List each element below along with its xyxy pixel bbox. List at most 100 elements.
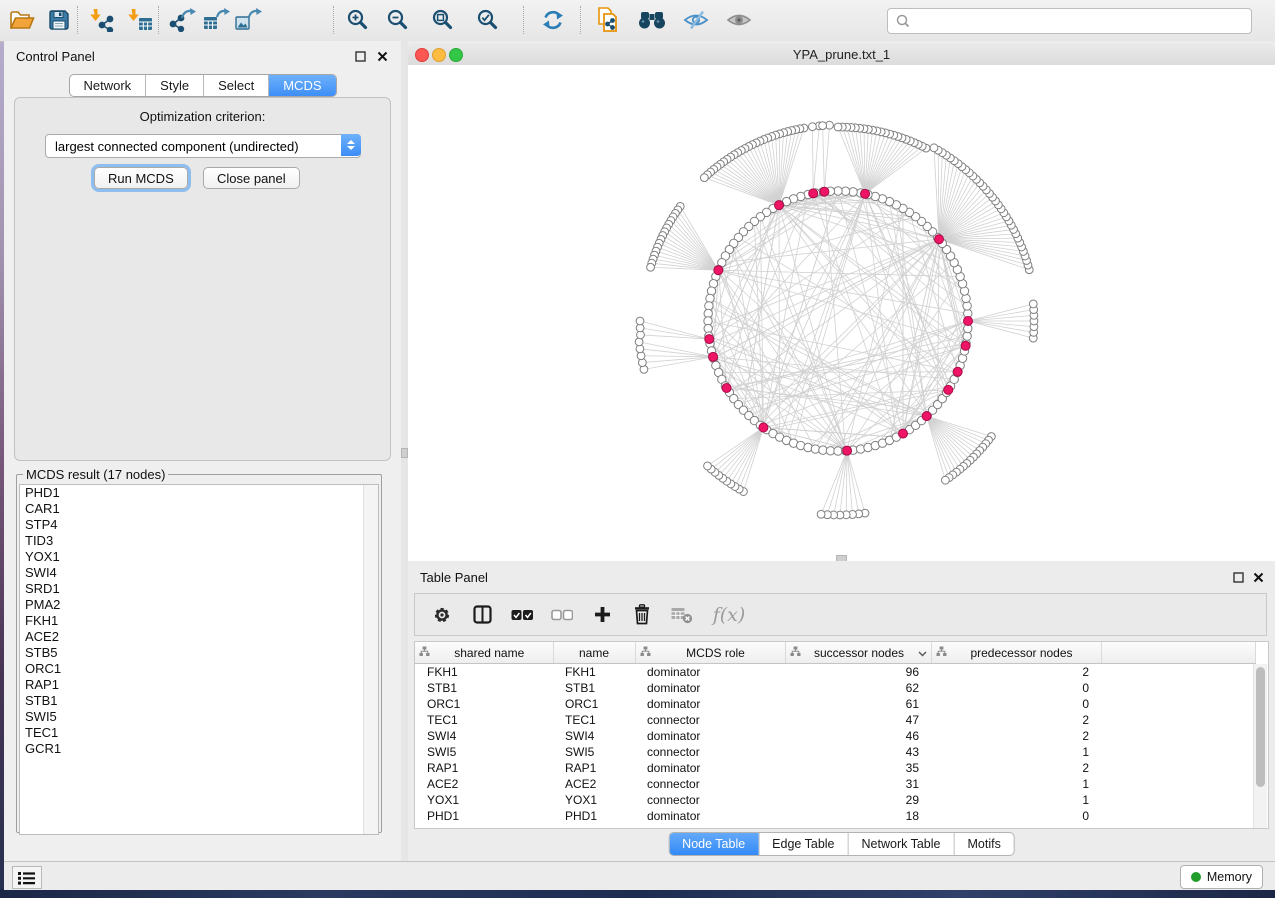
table-cell[interactable]: dominator bbox=[635, 664, 785, 681]
mcds-node-item[interactable]: YOX1 bbox=[20, 549, 378, 565]
zoom-fit-button[interactable] bbox=[427, 5, 459, 35]
close-panel-button[interactable]: Close panel bbox=[203, 167, 300, 189]
mcds-node-item[interactable]: RAP1 bbox=[20, 677, 378, 693]
close-table-panel-icon[interactable] bbox=[1252, 571, 1265, 584]
table-cell[interactable]: 35 bbox=[785, 760, 931, 776]
tab-network-table[interactable]: Network Table bbox=[848, 833, 954, 855]
show-all-button[interactable] bbox=[723, 5, 755, 35]
mcds-node-item[interactable]: TEC1 bbox=[20, 725, 378, 741]
close-window-traffic-light[interactable] bbox=[415, 48, 429, 62]
optimization-criterion-select[interactable]: largest connected component (undirected) bbox=[45, 134, 361, 158]
open-file-button[interactable] bbox=[6, 5, 38, 35]
column-header-MCDS-role[interactable]: MCDS role bbox=[635, 642, 785, 664]
table-cell[interactable]: connector bbox=[635, 776, 785, 792]
mcds-node-item[interactable]: PHD1 bbox=[20, 485, 378, 501]
table-row[interactable]: ACE2ACE2connector311 bbox=[415, 776, 1256, 792]
memory-button[interactable]: Memory bbox=[1180, 865, 1263, 889]
float-table-panel-icon[interactable] bbox=[1232, 571, 1245, 584]
mcds-node-item[interactable]: SWI5 bbox=[20, 709, 378, 725]
table-cell[interactable]: 0 bbox=[931, 680, 1101, 696]
mcds-node-item[interactable]: ORC1 bbox=[20, 661, 378, 677]
export-image-button[interactable] bbox=[233, 5, 265, 35]
task-history-button[interactable] bbox=[12, 866, 42, 889]
table-row[interactable]: SWI5SWI5connector431 bbox=[415, 744, 1256, 760]
tab-node-table[interactable]: Node Table bbox=[669, 833, 758, 855]
table-cell[interactable]: 1 bbox=[931, 744, 1101, 760]
table-scrollbar-thumb[interactable] bbox=[1256, 667, 1265, 787]
select-all-button[interactable] bbox=[509, 602, 535, 628]
mcds-node-item[interactable]: TID3 bbox=[20, 533, 378, 549]
column-header-shared-name[interactable]: shared name bbox=[415, 642, 553, 664]
table-cell[interactable]: YOX1 bbox=[553, 792, 635, 808]
table-row[interactable]: ORC1ORC1dominator610 bbox=[415, 696, 1256, 712]
table-cell[interactable]: 0 bbox=[931, 696, 1101, 712]
table-cell[interactable]: 47 bbox=[785, 712, 931, 728]
show-columns-button[interactable] bbox=[469, 602, 495, 628]
column-header-predecessor-nodes[interactable]: predecessor nodes bbox=[931, 642, 1101, 664]
zoom-selected-button[interactable] bbox=[472, 5, 504, 35]
search-input[interactable] bbox=[914, 11, 1251, 31]
table-cell[interactable]: 29 bbox=[785, 792, 931, 808]
table-cell[interactable]: STB1 bbox=[415, 680, 553, 696]
run-mcds-button[interactable]: Run MCDS bbox=[94, 167, 188, 189]
delete-column-button[interactable] bbox=[629, 602, 655, 628]
table-cell[interactable]: 46 bbox=[785, 728, 931, 744]
zoom-window-traffic-light[interactable] bbox=[449, 48, 463, 62]
mcds-node-item[interactable]: SRD1 bbox=[20, 581, 378, 597]
table-row[interactable]: RAP1RAP1dominator352 bbox=[415, 760, 1256, 776]
table-cell[interactable]: PHD1 bbox=[553, 808, 635, 824]
table-cell[interactable]: 1 bbox=[931, 776, 1101, 792]
search-network-button[interactable] bbox=[636, 5, 668, 35]
table-cell[interactable]: dominator bbox=[635, 760, 785, 776]
table-cell[interactable]: ORC1 bbox=[553, 696, 635, 712]
tab-mcds[interactable]: MCDS bbox=[268, 75, 335, 96]
new-network-from-selection-button[interactable] bbox=[592, 5, 624, 35]
export-network-button[interactable] bbox=[167, 5, 199, 35]
table-cell[interactable]: RAP1 bbox=[553, 760, 635, 776]
table-cell[interactable]: 2 bbox=[931, 760, 1101, 776]
table-settings-button[interactable] bbox=[429, 602, 455, 628]
table-row[interactable]: SWI4SWI4dominator462 bbox=[415, 728, 1256, 744]
table-cell[interactable]: 2 bbox=[931, 664, 1101, 681]
table-cell[interactable]: SWI5 bbox=[415, 744, 553, 760]
column-header-successor-nodes[interactable]: successor nodes bbox=[785, 642, 931, 664]
table-cell[interactable]: FKH1 bbox=[415, 664, 553, 681]
table-cell[interactable]: 31 bbox=[785, 776, 931, 792]
table-cell[interactable]: connector bbox=[635, 792, 785, 808]
table-cell[interactable]: SWI5 bbox=[553, 744, 635, 760]
table-cell[interactable]: ORC1 bbox=[415, 696, 553, 712]
table-cell[interactable]: PHD1 bbox=[415, 808, 553, 824]
table-cell[interactable]: 1 bbox=[931, 792, 1101, 808]
table-scrollbar[interactable] bbox=[1253, 664, 1267, 828]
table-row[interactable]: PHD1PHD1dominator180 bbox=[415, 808, 1256, 824]
mcds-node-item[interactable]: STB1 bbox=[20, 693, 378, 709]
mcds-node-item[interactable]: GCR1 bbox=[20, 741, 378, 757]
table-cell[interactable]: dominator bbox=[635, 728, 785, 744]
table-cell[interactable]: ACE2 bbox=[553, 776, 635, 792]
mcds-node-item[interactable]: SWI4 bbox=[20, 565, 378, 581]
mcds-node-item[interactable]: FKH1 bbox=[20, 613, 378, 629]
mcds-node-item[interactable]: PMA2 bbox=[20, 597, 378, 613]
export-table-button[interactable] bbox=[201, 5, 233, 35]
mcds-node-item[interactable]: CAR1 bbox=[20, 501, 378, 517]
minimize-window-traffic-light[interactable] bbox=[432, 48, 446, 62]
table-cell[interactable]: 61 bbox=[785, 696, 931, 712]
splitter-handle[interactable] bbox=[401, 448, 408, 458]
table-cell[interactable]: 96 bbox=[785, 664, 931, 681]
table-cell[interactable]: TEC1 bbox=[415, 712, 553, 728]
deselect-all-button[interactable] bbox=[549, 602, 575, 628]
table-row[interactable]: FKH1FKH1dominator962 bbox=[415, 664, 1256, 681]
network-window-titlebar[interactable]: YPA_prune.txt_1 bbox=[408, 44, 1275, 66]
tab-select[interactable]: Select bbox=[203, 75, 268, 96]
zoom-out-button[interactable] bbox=[382, 5, 414, 35]
column-header-name[interactable]: name bbox=[553, 642, 635, 664]
table-cell[interactable]: YOX1 bbox=[415, 792, 553, 808]
apply-layout-button[interactable] bbox=[537, 5, 569, 35]
table-cell[interactable]: connector bbox=[635, 712, 785, 728]
table-cell[interactable]: dominator bbox=[635, 696, 785, 712]
tab-motifs[interactable]: Motifs bbox=[953, 833, 1013, 855]
table-cell[interactable]: SWI4 bbox=[553, 728, 635, 744]
table-cell[interactable]: RAP1 bbox=[415, 760, 553, 776]
table-cell[interactable]: 18 bbox=[785, 808, 931, 824]
hide-selected-button[interactable] bbox=[680, 5, 712, 35]
